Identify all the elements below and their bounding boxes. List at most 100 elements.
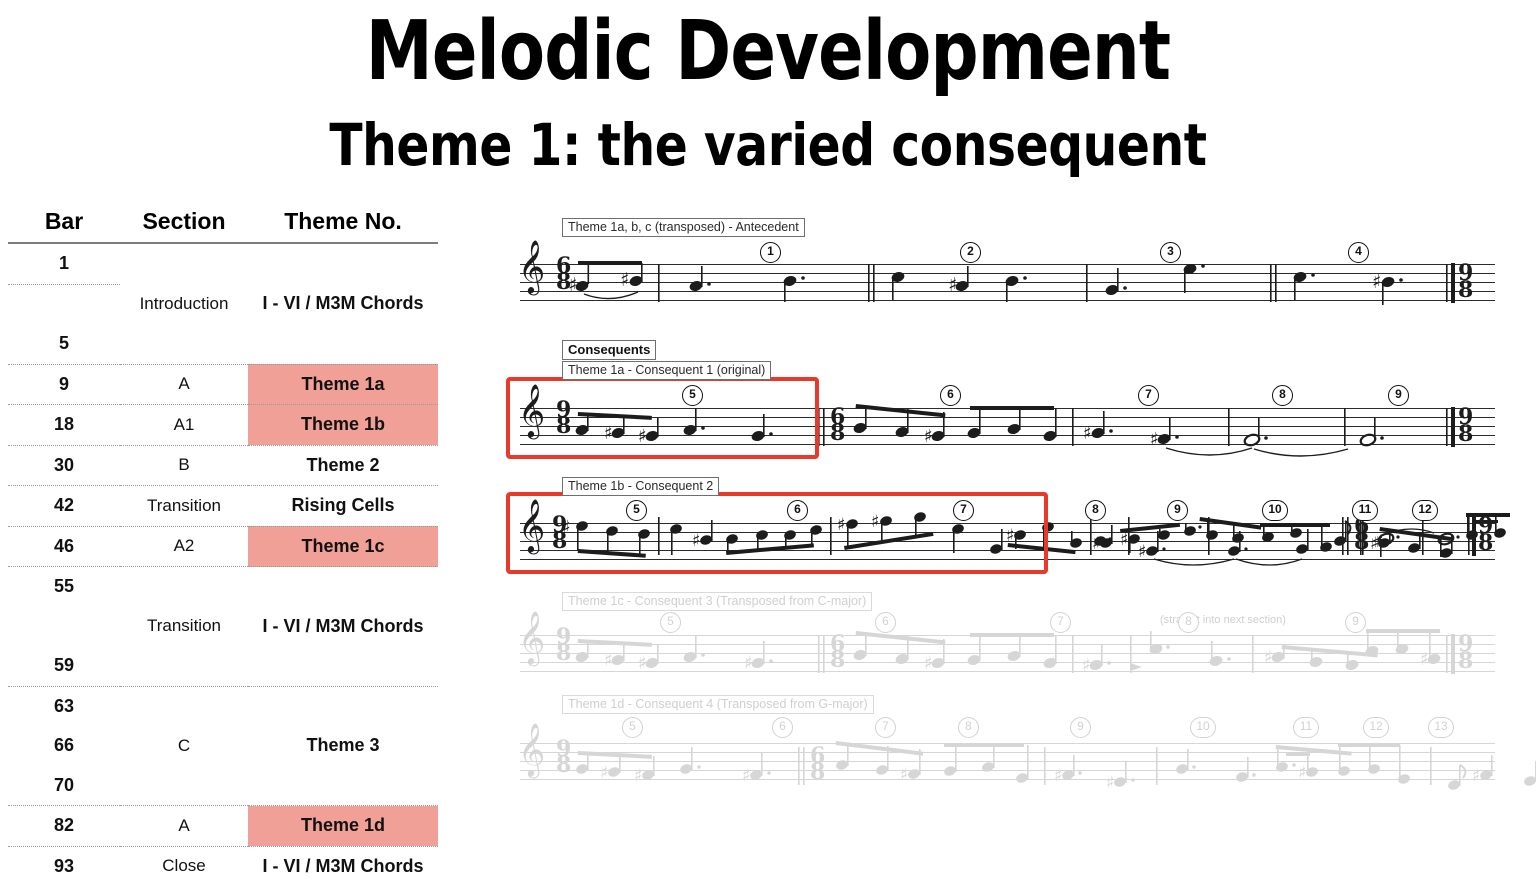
cell-bar: 55: [53, 576, 75, 597]
table-row[interactable]: 1 Introduction I - VI / M3M Chords: [8, 243, 438, 365]
structure-table-block: Bar Section Theme No. 1 Introduction I -…: [8, 208, 448, 886]
table-row[interactable]: 18 A1 Theme 1b: [8, 404, 438, 446]
table-row[interactable]: 30 B Theme 2: [8, 445, 438, 486]
svg-text:♯: ♯: [1472, 766, 1480, 786]
cell-bar: 70: [8, 765, 120, 806]
cell-theme: Rising Cells: [248, 485, 438, 527]
cell-theme: Theme 1c: [248, 526, 438, 567]
cell-section: A2: [120, 526, 248, 567]
svg-text:8: 8: [810, 759, 825, 785]
cell-bar: 5: [8, 324, 120, 365]
cell-section: C: [120, 686, 248, 806]
table-row[interactable]: 42 Transition Rising Cells: [8, 485, 438, 527]
table-row[interactable]: 55 Transition I - VI / M3M Chords: [8, 566, 438, 687]
svg-text:𝄞: 𝄞: [518, 239, 545, 295]
svg-text:♯: ♯: [1083, 423, 1092, 444]
measure-number: 11: [1293, 717, 1319, 738]
structure-table: Bar Section Theme No. 1 Introduction I -…: [8, 208, 438, 886]
table-body: 1 Introduction I - VI / M3M Chords 5 9 A…: [8, 243, 438, 886]
cell-bar: 82: [8, 805, 120, 847]
measure-number: 5: [626, 500, 647, 521]
system-label-consequent-1: Theme 1a - Consequent 1 (original): [562, 361, 772, 380]
measure-number: 7: [953, 500, 974, 521]
cell-section: Transition: [120, 485, 248, 527]
table-row[interactable]: 63 C Theme 3: [8, 686, 438, 806]
cell-section: A: [120, 805, 248, 847]
svg-text:8: 8: [830, 420, 845, 446]
table-row[interactable]: 93 Close I - VI / M3M Chords: [8, 846, 438, 886]
measure-number: 5: [682, 385, 703, 406]
measure-number: 11: [1352, 500, 1378, 521]
measure-number: 12: [1363, 717, 1389, 738]
cell-bar: 18: [8, 404, 120, 446]
measure-number: 4: [1348, 242, 1369, 263]
measure-number: 9: [1345, 612, 1366, 633]
table-row[interactable]: 46 A2 Theme 1c: [8, 526, 438, 567]
cell-theme: Theme 1b: [248, 404, 438, 446]
svg-text:8: 8: [1458, 277, 1473, 303]
table-row[interactable]: 9 A Theme 1a: [8, 364, 438, 405]
cell-theme: Theme 1a: [248, 364, 438, 405]
cell-theme: Theme 2: [248, 445, 438, 486]
svg-text:♯: ♯: [568, 274, 577, 296]
measure-number: 6: [787, 500, 808, 521]
svg-text:8: 8: [556, 752, 571, 778]
cell-theme: I - VI / M3M Chords: [262, 855, 424, 876]
cell-bar: [8, 284, 120, 324]
measure-number: 9: [1167, 500, 1188, 521]
svg-text:♯: ♯: [900, 765, 908, 785]
cell-section: A1: [120, 404, 248, 446]
measure-number: 5: [660, 612, 681, 633]
svg-text:♯: ♯: [1082, 655, 1091, 676]
measure-number: 2: [960, 242, 981, 263]
cell-bar: 59: [8, 646, 120, 687]
measure-number: 8: [1272, 385, 1293, 406]
svg-text:8: 8: [556, 640, 571, 666]
cell-section: B: [120, 445, 248, 486]
measure-number: 13: [1428, 717, 1454, 738]
cell-theme: I - VI / M3M Chords: [248, 566, 438, 687]
svg-text:♯: ♯: [744, 653, 753, 674]
svg-text:♯: ♯: [948, 274, 957, 296]
svg-text:♯: ♯: [634, 766, 642, 786]
measure-number: 7: [1138, 385, 1159, 406]
cell-theme: Theme 3: [248, 686, 438, 806]
column-header-section: Section: [120, 208, 248, 244]
cell-theme: Theme 1d: [248, 805, 438, 847]
time-signature-end: 98: [1478, 513, 1493, 556]
svg-text:𝄞: 𝄞: [518, 610, 545, 666]
cell-bar: 46: [8, 526, 120, 567]
system-label-consequent-2: Theme 1b - Consequent 2: [562, 477, 720, 496]
cell-bar: 63: [53, 695, 75, 716]
measure-number: 7: [1050, 612, 1071, 633]
cell-section: Close: [162, 856, 206, 876]
cell-section: A: [120, 364, 248, 405]
measure-number: 10: [1190, 717, 1216, 738]
measure-number: 6: [772, 717, 793, 738]
group-label-consequents: Consequents: [562, 340, 657, 360]
measure-number: 8: [958, 717, 979, 738]
svg-text:8: 8: [1458, 648, 1473, 674]
cell-bar: [8, 607, 120, 647]
svg-text:♯: ♯: [742, 766, 750, 786]
cell-bar: 42: [8, 485, 120, 527]
svg-text:8: 8: [830, 647, 845, 673]
slide-root: Melodic Development Theme 1: the varied …: [0, 0, 1536, 876]
svg-text:♯: ♯: [1150, 429, 1159, 450]
svg-text:♯: ♯: [604, 650, 613, 671]
column-header-theme: Theme No.: [248, 208, 438, 244]
measure-number: 6: [940, 385, 961, 406]
measure-number: 9: [1070, 717, 1091, 738]
title-block: Melodic Development Theme 1: the varied …: [0, 6, 1536, 180]
system-label-antecedent: Theme 1a, b, c (transposed) - Antecedent: [562, 218, 805, 237]
cell-bar: 30: [8, 445, 120, 486]
music-notation-area: Theme 1a, b, c (transposed) - Antecedent…: [500, 218, 1536, 812]
measure-number: 9: [1388, 385, 1409, 406]
page-title: Melodic Development: [365, 4, 1171, 99]
svg-text:♯: ♯: [1138, 542, 1146, 562]
svg-text:♯: ♯: [1048, 653, 1057, 674]
svg-text:♯: ♯: [600, 763, 608, 783]
measure-number: 10: [1262, 500, 1288, 521]
svg-text:♯: ♯: [1264, 647, 1273, 668]
table-row[interactable]: 82 A Theme 1d: [8, 805, 438, 847]
